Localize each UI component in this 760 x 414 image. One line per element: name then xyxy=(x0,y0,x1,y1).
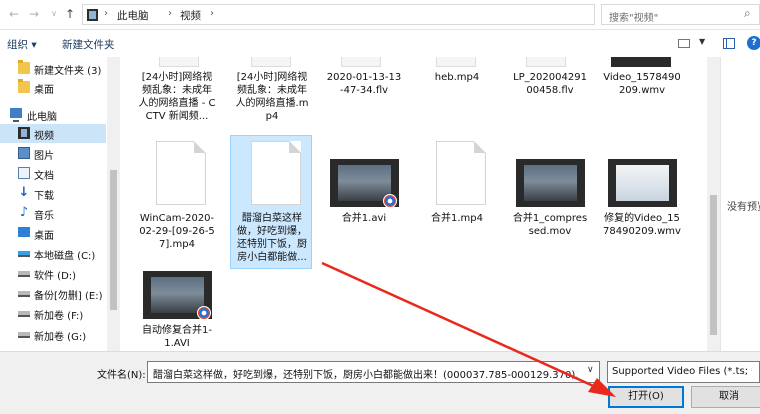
file-list: [24小时]网络视频乱象：未成年人的网络直播 - CCTV 新闻频... [24… xyxy=(121,57,707,351)
video-thumbnail xyxy=(608,159,677,207)
preview-pane-icon[interactable] xyxy=(723,38,735,49)
video-app-badge-icon xyxy=(383,194,397,208)
nav-item-drive-d[interactable]: 软件 (D:) xyxy=(0,264,106,283)
file-item[interactable]: 2020-01-13-13-47-34.flv xyxy=(323,57,405,133)
recent-dropdown-icon[interactable]: ∨ xyxy=(46,6,62,22)
file-name: LP_20200429100458.flv xyxy=(513,72,587,96)
filename-value: 醋溜白菜这样做，好吃到爆，还特别下饭，厨房小白都能做出来！(000037.785… xyxy=(153,370,578,381)
music-icon: ♪ xyxy=(19,205,29,220)
drive-icon xyxy=(18,271,30,277)
command-toolbar: 组织 ▾ 新建文件夹 ▼ ? xyxy=(0,30,760,57)
filename-input[interactable]: 醋溜白菜这样做，好吃到爆，还特别下饭，厨房小白都能做出来！(000037.785… xyxy=(147,361,600,383)
desktop-icon xyxy=(18,227,30,237)
file-item-selected[interactable]: 醋溜白菜这样做，好吃到爆，还特别下饭，厨房小白都能做... xyxy=(230,135,312,269)
cancel-button[interactable]: 取消 xyxy=(691,386,760,408)
file-item[interactable]: 修复的Video_1578490209.wmv xyxy=(601,136,683,270)
nav-item-drive-g[interactable]: 新加卷 (G:) xyxy=(0,325,106,344)
chevron-right-icon: › xyxy=(210,8,214,19)
file-item[interactable]: Video_1578490209.wmv xyxy=(601,57,683,133)
file-item[interactable]: 合并1.avi xyxy=(323,136,405,270)
chevron-right-icon: › xyxy=(104,8,108,19)
navigation-pane: 新建文件夹 (3) 桌面 此电脑 视频 图片 文档 ↓ 下载 ♪ 音乐 桌面 本… xyxy=(0,57,120,351)
video-app-badge-icon xyxy=(197,306,211,320)
file-name: 自动修复合并1-1.AVI xyxy=(142,325,212,349)
nav-item-downloads[interactable]: ↓ 下载 xyxy=(0,184,106,203)
file-thumbnail xyxy=(156,141,206,205)
no-preview-text: 没有预览 xyxy=(727,202,760,213)
new-folder-button[interactable]: 新建文件夹 xyxy=(62,37,115,52)
folder-icon xyxy=(18,79,30,93)
view-dropdown-icon[interactable]: ▼ xyxy=(699,37,705,46)
video-thumbnail xyxy=(516,159,585,207)
file-type-select[interactable]: Supported Video Files (*.ts; *.mp4 xyxy=(607,361,760,383)
folder-icon xyxy=(18,60,30,74)
file-item[interactable]: 自动修复合并1-1.AVI xyxy=(136,251,218,351)
file-list-scrollbar-thumb[interactable] xyxy=(710,195,717,335)
computer-icon xyxy=(10,108,22,122)
file-name: WinCam-2020-02-29-[09-26-57].mp4 xyxy=(139,213,215,250)
file-name: heb.mp4 xyxy=(434,72,480,83)
file-item[interactable]: WinCam-2020-02-29-[09-26-57].mp4 xyxy=(136,136,218,270)
file-item[interactable]: [24小时]网络视频乱象：未成年人的网络直播 - CCTV 新闻频... xyxy=(136,57,218,133)
nav-item-this-pc[interactable]: 此电脑 xyxy=(0,105,106,124)
nav-item-pictures[interactable]: 图片 xyxy=(0,144,106,163)
preview-pane: 没有预览 xyxy=(720,57,760,351)
file-name: 醋溜白菜这样做，好吃到爆，还特别下饭，厨房小白都能做... xyxy=(237,213,307,263)
file-item[interactable]: heb.mp4 xyxy=(416,57,498,133)
open-button[interactable]: 打开(O) xyxy=(608,386,684,408)
chevron-right-icon: › xyxy=(168,8,172,19)
file-name: Video_1578490209.wmv xyxy=(603,72,681,96)
file-name: 合并1.avi xyxy=(341,213,387,224)
nav-item-drive-c[interactable]: 本地磁盘 (C:) xyxy=(0,244,106,263)
nav-item-desktop-quick[interactable]: 桌面 xyxy=(0,78,106,97)
chevron-down-icon[interactable]: ∨ xyxy=(587,365,594,375)
file-thumbnail xyxy=(251,141,301,205)
file-name: 合并1.mp4 xyxy=(431,213,483,224)
help-icon[interactable]: ? xyxy=(747,36,760,50)
pictures-icon xyxy=(18,147,30,159)
file-name: [24小时]网络视频乱象：未成年人的网络直播 - CCTV 新闻频... xyxy=(138,72,216,122)
view-options-icon[interactable] xyxy=(678,39,690,48)
file-item[interactable]: 合并1.mp4 xyxy=(416,136,498,270)
nav-item-documents[interactable]: 文档 xyxy=(0,164,106,183)
nav-scrollbar-thumb[interactable] xyxy=(110,170,117,310)
forward-arrow-icon[interactable]: → xyxy=(26,6,42,22)
nav-item-new-folder-3[interactable]: 新建文件夹 (3) xyxy=(0,59,106,78)
breadcrumb-videos[interactable]: 视频 xyxy=(180,8,201,23)
drive-c-icon xyxy=(18,251,30,257)
video-folder-icon xyxy=(87,9,98,21)
drive-icon xyxy=(18,332,30,338)
nav-item-drive-e[interactable]: 备份[勿删] (E:) xyxy=(0,284,106,303)
nav-item-music[interactable]: ♪ 音乐 xyxy=(0,204,106,223)
search-placeholder: 搜索"视频" xyxy=(609,13,659,24)
file-item[interactable]: [24小时]网络视频乱象：未成年人的网络直播.mp4 xyxy=(231,57,313,133)
nav-item-desktop[interactable]: 桌面 xyxy=(0,224,106,243)
nav-item-drive-f[interactable]: 新加卷 (F:) xyxy=(0,304,106,323)
file-item[interactable]: LP_20200429100458.flv xyxy=(509,57,591,133)
file-item[interactable]: 合并1_compressed.mov xyxy=(509,136,591,270)
file-name: 2020-01-13-13-47-34.flv xyxy=(326,72,402,96)
search-input[interactable]: 搜索"视频" ⌕ xyxy=(601,4,760,25)
documents-icon xyxy=(18,167,30,179)
address-bar-row: ← → ∨ ↑ › 此电脑 › 视频 › ∨ ↻ 搜索"视频" ⌕ xyxy=(0,0,760,30)
drive-icon xyxy=(18,311,30,317)
filename-label: 文件名(N): xyxy=(97,370,146,381)
drive-icon xyxy=(18,291,30,297)
nav-item-videos[interactable]: 视频 xyxy=(0,124,106,143)
organize-button[interactable]: 组织 ▾ xyxy=(7,37,37,52)
up-arrow-icon[interactable]: ↑ xyxy=(62,6,78,22)
search-icon[interactable]: ⌕ xyxy=(744,6,751,21)
file-name: 合并1_compressed.mov xyxy=(512,213,588,237)
file-type-value: Supported Video Files (*.ts; *.mp4 xyxy=(612,366,752,377)
video-folder-icon xyxy=(18,127,30,139)
back-arrow-icon[interactable]: ← xyxy=(6,6,22,22)
address-box[interactable]: › 此电脑 › 视频 › ∨ ↻ xyxy=(82,4,672,25)
download-icon: ↓ xyxy=(18,185,30,200)
file-thumbnail xyxy=(436,141,486,205)
file-name: 修复的Video_1578490209.wmv xyxy=(603,213,681,237)
breadcrumb-this-pc[interactable]: 此电脑 xyxy=(117,8,149,23)
file-name: [24小时]网络视频乱象：未成年人的网络直播.mp4 xyxy=(235,72,309,122)
